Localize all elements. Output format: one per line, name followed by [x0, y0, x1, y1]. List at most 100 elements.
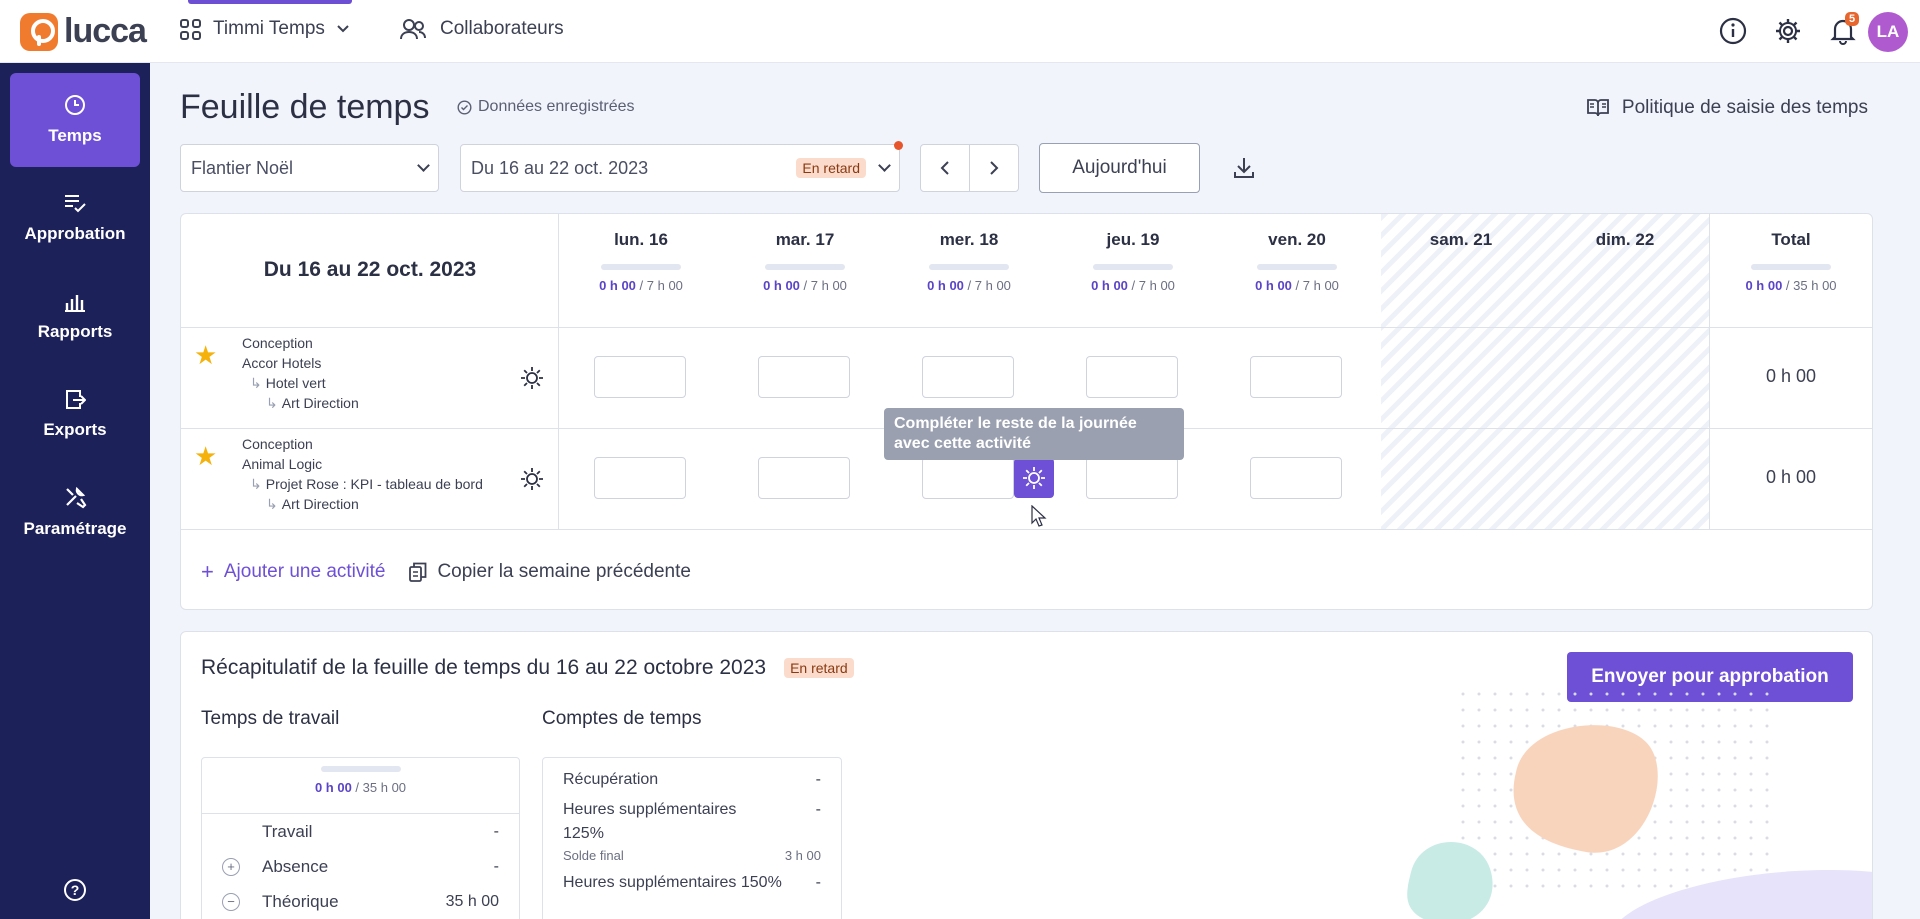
sun-fill-day-icon[interactable] — [520, 467, 544, 496]
app-switcher[interactable]: Timmi Temps — [180, 18, 349, 40]
active-app-indicator — [188, 0, 352, 4]
sidebar-item-exports[interactable]: Exports — [10, 367, 140, 461]
book-icon — [1587, 99, 1609, 117]
total-progress-bar — [1751, 264, 1831, 270]
sidebar-item-label: Paramétrage — [23, 519, 127, 538]
account-balance: Solde final 3 h 00 — [563, 848, 821, 863]
time-input-wed[interactable] — [922, 457, 1014, 499]
sidebar-item-parametrage[interactable]: Paramétrage — [10, 465, 140, 559]
save-status-label: Données enregistrées — [478, 98, 635, 115]
summary-title: Récapitulatif de la feuille de temps du … — [201, 656, 854, 680]
copy-previous-week-button[interactable]: Copier la semaine précédente — [409, 559, 691, 585]
notifications-bell-icon[interactable]: 5 — [1826, 12, 1860, 48]
account-row: Heures supplémentaires 125% - — [563, 801, 821, 842]
download-icon[interactable] — [1232, 156, 1256, 185]
users-icon — [400, 19, 426, 40]
period-select-value: Du 16 au 22 oct. 2023 — [471, 157, 649, 178]
sidebar-item-label: Exports — [43, 420, 107, 439]
status-badge: En retard — [784, 658, 854, 678]
sidebar-item-label: Approbation — [24, 224, 126, 243]
next-week-button[interactable] — [969, 144, 1019, 192]
activity-project: ↳ Projet Rose : KPI - tableau de bord — [250, 476, 483, 492]
clock-icon — [65, 95, 85, 115]
time-input-wed[interactable] — [922, 356, 1014, 398]
activity-project: ↳ Hotel vert — [250, 375, 326, 391]
expand-plus-icon[interactable]: + — [222, 857, 240, 876]
time-input-thu[interactable] — [1086, 356, 1178, 398]
fill-day-button[interactable] — [1014, 458, 1054, 498]
work-time-progress-bar — [320, 766, 401, 772]
chevron-down-icon — [337, 25, 349, 33]
user-avatar[interactable]: LA — [1868, 12, 1908, 52]
time-accounts-box: Récupération - Heures supplémentaires 12… — [542, 757, 842, 919]
time-input-tue[interactable] — [758, 457, 850, 499]
collapse-minus-icon[interactable]: − — [222, 892, 240, 911]
day-hours: 0 h 00 / 7 h 00 — [599, 278, 683, 293]
time-input-mon[interactable] — [594, 457, 686, 499]
previous-week-button[interactable] — [920, 144, 970, 192]
work-time-row: + Absence - — [202, 849, 519, 884]
apps-grid-icon — [180, 18, 201, 40]
account-row: Récupération - — [563, 771, 821, 788]
time-accounts-title: Comptes de temps — [542, 708, 702, 729]
lucca-logo[interactable]: lucca — [20, 12, 147, 51]
app-name: Timmi Temps — [213, 18, 325, 39]
day-name: jeu. 19 — [1106, 230, 1160, 249]
employee-select[interactable]: Flantier Noël — [180, 144, 439, 192]
employee-select-value: Flantier Noël — [191, 157, 294, 178]
day-name: sam. 21 — [1429, 230, 1493, 249]
day-header-tue: mar. 17 0 h 00 / 7 h 00 — [723, 230, 887, 293]
day-name: ven. 20 — [1268, 230, 1326, 249]
day-header-mon: lun. 16 0 h 00 / 7 h 00 — [559, 230, 723, 293]
day-name: dim. 22 — [1595, 230, 1655, 249]
copy-icon — [409, 562, 427, 582]
work-time-title: Temps de travail — [201, 708, 340, 729]
day-name: lun. 16 — [614, 230, 668, 249]
tools-icon — [66, 486, 87, 509]
time-input-fri[interactable] — [1250, 356, 1342, 398]
day-header-sat: sam. 21 — [1379, 230, 1543, 250]
logo-text: lucca — [64, 12, 147, 50]
day-header-fri: ven. 20 0 h 00 / 7 h 00 — [1215, 230, 1379, 293]
sun-fill-day-icon[interactable] — [520, 366, 544, 395]
favorite-star-icon[interactable]: ★ — [194, 441, 217, 472]
decorative-shapes — [1407, 692, 1872, 919]
timesheet-header: Du 16 au 22 oct. 2023 lun. 16 0 h 00 / 7… — [181, 214, 1872, 328]
activity-category: Conception — [242, 436, 313, 452]
lucca-logo-icon — [20, 12, 58, 51]
add-activity-button[interactable]: + Ajouter une activité — [201, 559, 385, 585]
alert-dot — [894, 141, 903, 150]
time-input-fri[interactable] — [1250, 457, 1342, 499]
activity-label: Conception Accor Hotels ↳ Hotel vert ↳ Art… — [242, 333, 359, 413]
row-total: 0 h 00 — [1765, 467, 1817, 487]
sidebar-item-temps[interactable]: Temps — [10, 73, 140, 167]
time-input-tue[interactable] — [758, 356, 850, 398]
time-input-thu[interactable] — [1086, 457, 1178, 499]
day-header-sun: dim. 22 — [1543, 230, 1707, 250]
save-status: Données enregistrées — [457, 98, 635, 116]
collaborators-link[interactable]: Collaborateurs — [400, 18, 564, 40]
activity-task: ↳ Art Direction — [266, 395, 359, 411]
day-progress-bar — [765, 264, 845, 270]
approval-icon — [65, 195, 86, 213]
today-button[interactable]: Aujourd'hui — [1039, 143, 1200, 193]
total-hours: 0 h 00 / 35 h 00 — [1745, 278, 1837, 293]
work-time-row: − Théorique 35 h 00 — [202, 884, 519, 919]
period-select[interactable]: Du 16 au 22 oct. 2023 En retard — [460, 144, 900, 192]
settings-gear-icon[interactable] — [1771, 14, 1805, 48]
page-title: Feuille de temps — [180, 88, 430, 126]
week-range-title: Du 16 au 22 oct. 2023 — [263, 258, 477, 281]
mouse-cursor-icon — [1031, 504, 1047, 532]
info-icon[interactable] — [1716, 14, 1750, 48]
favorite-star-icon[interactable]: ★ — [194, 340, 217, 371]
chevron-down-icon — [878, 159, 891, 172]
notifications-badge: 5 — [1845, 12, 1860, 26]
time-policy-link[interactable]: Politique de saisie des temps — [1586, 97, 1868, 119]
sidebar-item-approbation[interactable]: Approbation — [10, 171, 140, 265]
time-input-mon[interactable] — [594, 356, 686, 398]
work-time-box: 0 h 00 / 35 h 00 Travail - + Absence - −… — [201, 757, 520, 919]
sidebar-item-rapports[interactable]: Rapports — [10, 269, 140, 363]
sun-icon — [1023, 467, 1045, 489]
day-header-thu: jeu. 19 0 h 00 / 7 h 00 — [1051, 230, 1215, 293]
help-icon[interactable]: ? — [64, 879, 86, 901]
